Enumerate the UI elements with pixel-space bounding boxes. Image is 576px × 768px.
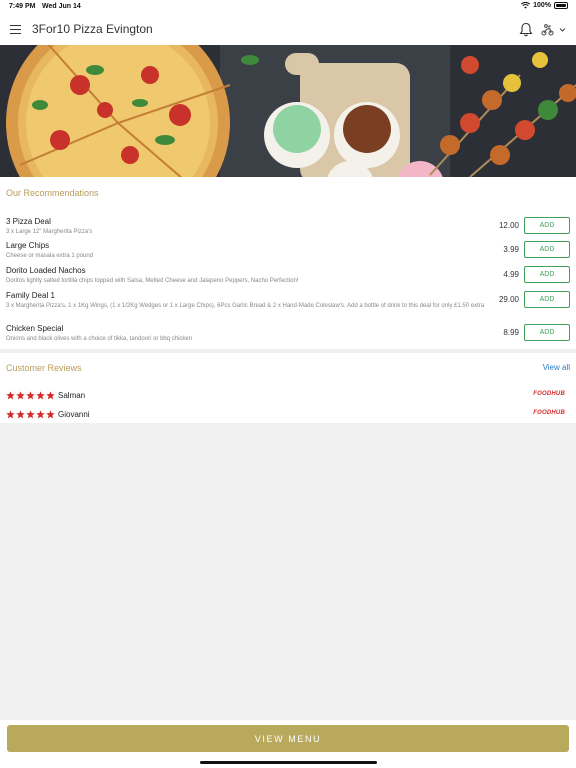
reviews-section: Customer Reviews View all Salman FOODHUB… (0, 353, 576, 423)
footer: VIEW MENU (0, 720, 576, 768)
review-item: Salman FOODHUB (0, 391, 576, 405)
chevron-down-icon[interactable] (559, 26, 566, 33)
item-price: 8.99 (503, 328, 519, 337)
review-item: Giovanni FOODHUB (0, 410, 576, 424)
add-button[interactable]: ADD (524, 291, 570, 308)
star-icon (16, 410, 25, 419)
reviews-title: Customer Reviews (6, 363, 82, 373)
star-rating (6, 410, 55, 419)
item-name: Large Chips (6, 241, 50, 250)
item-price: 4.99 (503, 270, 519, 279)
battery-percent: 100% (533, 2, 551, 9)
recommendations-section: Our Recommendations 3 Pizza Deal 3 x Lar… (0, 177, 576, 349)
add-button[interactable]: ADD (524, 217, 570, 234)
star-icon (6, 391, 15, 400)
item-name: Chicken Special (6, 324, 64, 333)
status-right: 100% (521, 2, 568, 9)
star-icon (16, 391, 25, 400)
view-all-link[interactable]: View all (543, 363, 570, 372)
item-description: 3 x Large 12" Margherita Pizza's (6, 229, 93, 235)
item-name: 3 Pizza Deal (6, 217, 51, 226)
view-menu-button[interactable]: VIEW MENU (7, 725, 569, 752)
reviewer-name: Giovanni (58, 410, 90, 419)
status-date: Wed Jun 14 (42, 3, 81, 10)
star-icon (6, 410, 15, 419)
star-rating (6, 391, 55, 400)
hamburger-menu-icon[interactable] (10, 25, 21, 34)
item-name: Dorito Loaded Nachos (6, 266, 86, 275)
reviewer-name: Salman (58, 391, 86, 400)
star-icon (36, 391, 45, 400)
star-icon (46, 391, 55, 400)
item-description: 3 x Margherita Pizza's, 1 x 1Kg Wings, (… (6, 303, 485, 309)
star-icon (36, 410, 45, 419)
page-title: 3For10 Pizza Evington (32, 22, 153, 36)
add-button[interactable]: ADD (524, 241, 570, 258)
item-description: Cheese or masala extra 1 pound (6, 253, 94, 259)
item-price: 12.00 (498, 221, 519, 230)
star-icon (26, 391, 35, 400)
delivery-scooter-icon[interactable] (541, 23, 554, 36)
item-price: 29.00 (498, 295, 519, 304)
foodhub-logo: FOODHUB (533, 391, 565, 397)
item-description: Doritos lightly salted tortilla chips to… (6, 278, 299, 284)
home-indicator (200, 761, 377, 764)
app-header: 3For10 Pizza Evington (0, 14, 576, 45)
item-name: Family Deal 1 (6, 291, 55, 300)
item-description: Onions and black olives with a choice of… (6, 336, 193, 342)
item-price: 3.99 (503, 245, 519, 254)
recommendations-title: Our Recommendations (6, 188, 99, 198)
add-button[interactable]: ADD (524, 324, 570, 341)
bell-icon[interactable] (519, 22, 533, 37)
foodhub-logo: FOODHUB (533, 410, 565, 416)
star-icon (46, 410, 55, 419)
star-icon (26, 410, 35, 419)
add-button[interactable]: ADD (524, 266, 570, 283)
food-banner-illustration (0, 45, 576, 177)
status-time: 7:49 PM (9, 3, 36, 10)
wifi-icon (521, 2, 531, 9)
hero-banner-image (0, 45, 576, 177)
status-bar: 7:49 PM Wed Jun 14 100% (0, 0, 576, 14)
battery-icon (554, 2, 568, 9)
